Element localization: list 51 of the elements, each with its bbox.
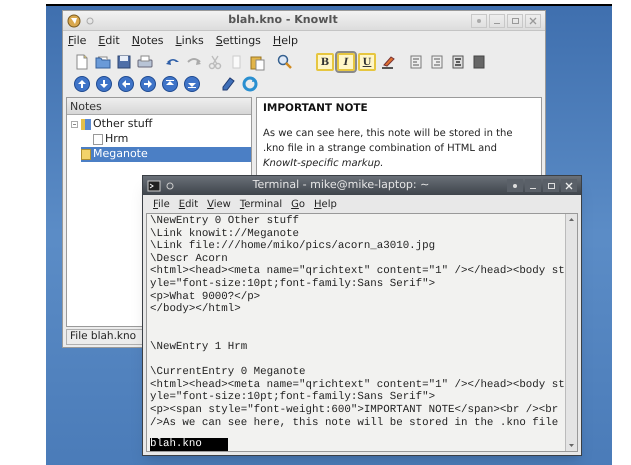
dot-icon: [512, 182, 518, 188]
note-heading: IMPORTANT NOTE: [263, 101, 369, 116]
minimize-button[interactable]: [525, 179, 541, 192]
collapse-icon[interactable]: [71, 121, 78, 128]
menu-item[interactable]: Notes: [132, 32, 164, 50]
help-button[interactable]: [507, 179, 523, 192]
dot-icon: [476, 18, 482, 24]
arrow-right-icon[interactable]: [139, 75, 157, 93]
app-icon[interactable]: [67, 14, 81, 28]
pin-icon[interactable]: [165, 180, 175, 190]
column-header: Notes: [67, 98, 251, 115]
arrow-down-icon[interactable]: [95, 75, 113, 93]
menu-item[interactable]: Links: [176, 32, 204, 50]
arrow-down-icon[interactable]: [183, 75, 201, 93]
menu-item[interactable]: Edit: [178, 196, 198, 212]
save-icon[interactable]: [115, 53, 133, 71]
menu-item[interactable]: File: [68, 32, 86, 50]
note-paragraph: As we can see here, this note will be stored in the .kno file in a strange combination of HTML and KnowIt-specific markup.: [263, 126, 514, 171]
menu-item[interactable]: View: [207, 196, 231, 212]
maximize-button[interactable]: [543, 179, 559, 192]
window-title: blah.kno - KnowIt: [227, 12, 339, 28]
close-button[interactable]: [561, 179, 577, 192]
find-icon[interactable]: [276, 53, 294, 71]
close-icon: [565, 182, 573, 190]
menu-item[interactable]: Edit: [98, 32, 120, 50]
tree-item[interactable]: Meganote: [81, 147, 251, 162]
menu-item[interactable]: Go: [291, 196, 306, 212]
window-title: Terminal - mike@mike-laptop: ~: [252, 177, 430, 194]
terminal-output: \NewEntry 0 Other stuff \Link knowit://Meganote \Link file:///home/miko/pics/acorn_a3010.jpg \Descr Acorn <html><head><meta name="qrichtext" content="1" /></head><body st yle="font-size:10pt;font-family:Sans Serif"> <p>What 9000?</p> </body></html> \NewEntry 1 Hrm \CurrentEntry 0 Meganote <html><head><meta name="qrichtext" content="1" /></head><body st yle="font-size:10pt;font-family:Sans Serif"> <p><span style="font-weight:600">IMPORTANT NOTE</span><br /><br />As we can see here, this note will be stored in the .kno file: [150, 215, 562, 430]
selected-text: blah.kno: [150, 438, 228, 451]
menu-item[interactable]: File: [153, 196, 170, 212]
blank-note-icon: [93, 134, 103, 145]
status-text: File blah.kno: [70, 329, 136, 344]
tree-item[interactable]: Other stuff: [81, 117, 154, 132]
arrow-up-icon[interactable]: [161, 75, 179, 93]
scrollbar[interactable]: [565, 214, 577, 451]
format-button[interactable]: B: [316, 53, 334, 71]
folder-note-icon: [81, 119, 91, 130]
menu-item[interactable]: Terminal: [240, 196, 282, 212]
terminal-app-icon[interactable]: [147, 180, 161, 192]
close-icon: [529, 16, 537, 24]
menu-item[interactable]: Help: [272, 32, 298, 50]
tree-item[interactable]: Hrm: [93, 132, 130, 147]
arrow-up-icon[interactable]: [73, 75, 91, 93]
menu-item[interactable]: Settings: [216, 32, 261, 50]
note-icon: [81, 149, 91, 160]
arrow-left-icon[interactable]: [117, 75, 135, 93]
format-button[interactable]: I: [337, 53, 355, 71]
note-editor[interactable]: IMPORTANT NOTE As we can see here, this note will be stored in the .kno file in a strange combination of HTML and KnowIt-specific markup.: [256, 97, 542, 173]
menu-item[interactable]: Help: [314, 196, 337, 212]
format-button[interactable]: U: [358, 53, 376, 71]
